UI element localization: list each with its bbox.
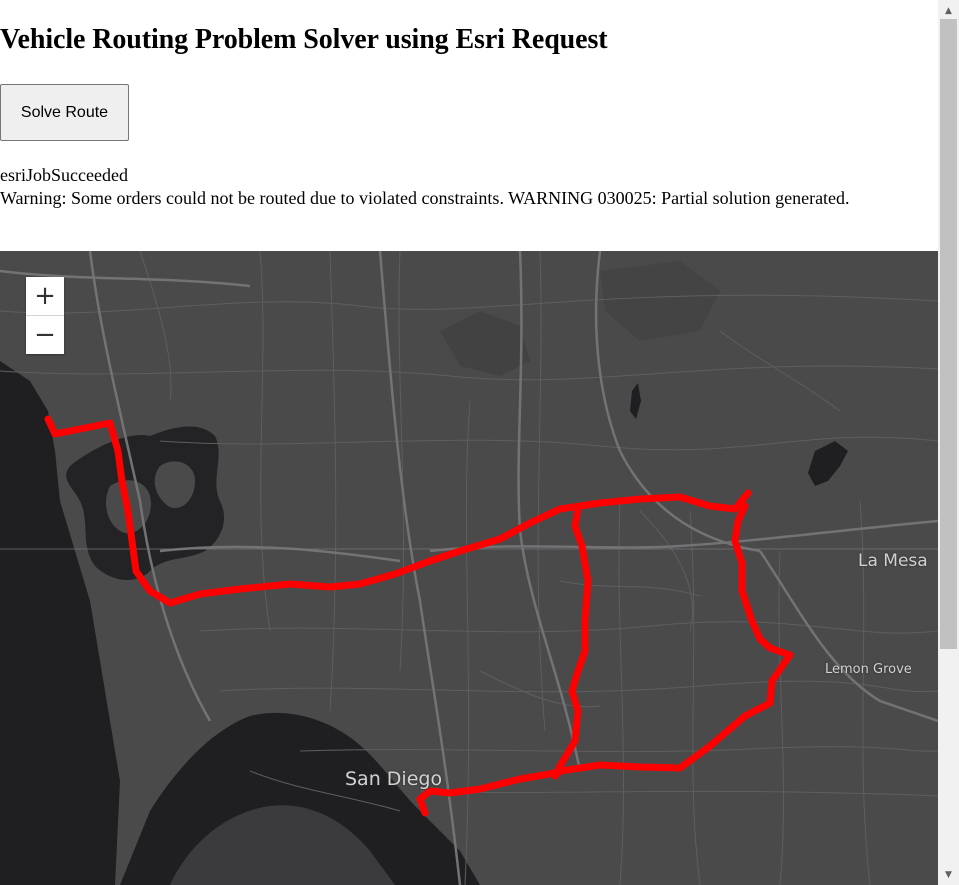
job-status-text: esriJobSucceeded xyxy=(0,165,128,185)
terrain-patch xyxy=(440,311,530,376)
zoom-control: + − xyxy=(26,277,64,354)
place-label-la-mesa: La Mesa xyxy=(858,551,928,571)
page-title: Vehicle Routing Problem Solver using Esr… xyxy=(0,24,608,55)
terrain-patch-2 xyxy=(600,261,720,341)
map-view[interactable]: + − San Diego La Mesa Lemon Grove xyxy=(0,251,938,885)
place-label-lemon-grove: Lemon Grove xyxy=(825,662,912,677)
lake-1 xyxy=(808,441,848,486)
lake-2 xyxy=(630,383,641,419)
solve-route-button[interactable]: Solve Route xyxy=(0,84,129,141)
scroll-down-arrow-icon[interactable]: ▼ xyxy=(938,866,959,883)
zoom-out-button[interactable]: − xyxy=(26,316,64,354)
warning-message: Warning: Some orders could not be routed… xyxy=(0,188,850,208)
status-area: esriJobSucceeded Warning: Some orders co… xyxy=(0,164,900,210)
scroll-up-arrow-icon[interactable]: ▲ xyxy=(938,2,959,19)
page-scrollbar[interactable]: ▲ ▼ xyxy=(938,0,959,885)
ocean-water xyxy=(0,361,120,885)
zoom-in-button[interactable]: + xyxy=(26,277,64,316)
basemap xyxy=(0,251,938,885)
place-label-san-diego: San Diego xyxy=(345,768,443,790)
page-container: Vehicle Routing Problem Solver using Esr… xyxy=(0,0,938,885)
scrollbar-thumb[interactable] xyxy=(940,19,957,649)
